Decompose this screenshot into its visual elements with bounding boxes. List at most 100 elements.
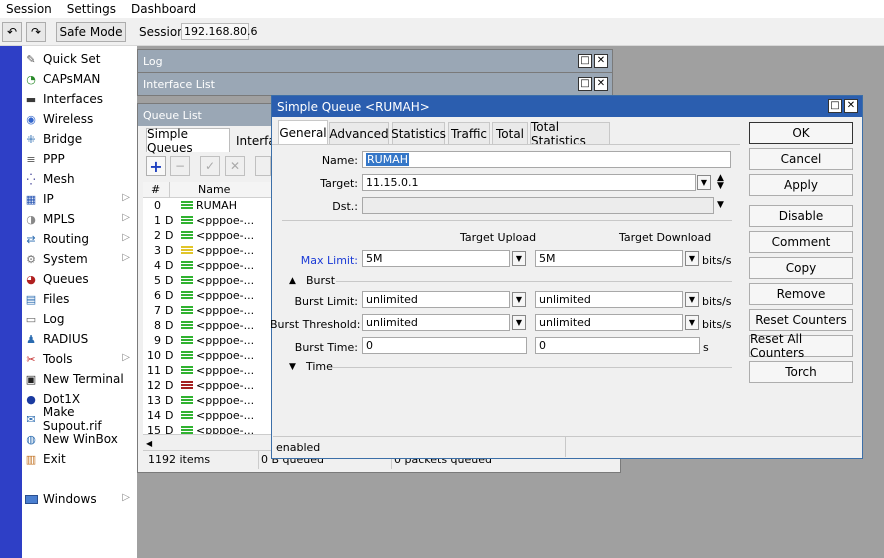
- maximize-icon[interactable]: □: [578, 77, 592, 91]
- table-row[interactable]: 2 D <pppoe-...: [143, 228, 269, 243]
- sidebar-item-interfaces[interactable]: ▬ Interfaces: [24, 89, 136, 109]
- safe-mode-button[interactable]: Safe Mode: [56, 22, 126, 42]
- sidebar-item-mesh[interactable]: ⁛ Mesh: [24, 169, 136, 189]
- burst-limit-upload-field[interactable]: unlimited: [362, 291, 510, 308]
- expand-icon[interactable]: ▼: [289, 362, 296, 372]
- sidebar-item-ip[interactable]: ▦ IP ▷: [24, 189, 136, 209]
- target-field[interactable]: 11.15.0.1: [362, 174, 696, 191]
- maximize-icon[interactable]: □: [828, 99, 842, 113]
- close-icon[interactable]: ✕: [844, 99, 858, 113]
- max-limit-upload-dropdown[interactable]: ▼: [512, 251, 526, 266]
- burst-threshold-download-dropdown[interactable]: ▼: [685, 315, 699, 330]
- table-row[interactable]: 8 D <pppoe-...: [143, 318, 269, 333]
- name-field[interactable]: RUMAH: [362, 151, 731, 168]
- sidebar-item-bridge[interactable]: ⁜ Bridge: [24, 129, 136, 149]
- burst-time-download-field[interactable]: 0: [535, 337, 700, 354]
- dialog-title[interactable]: Simple Queue <RUMAH>: [272, 96, 862, 117]
- collapse-icon[interactable]: ▲: [289, 276, 296, 286]
- disable-button[interactable]: ✕: [225, 156, 245, 176]
- sidebar-item-tools[interactable]: ✂ Tools ▷: [24, 349, 136, 369]
- table-row[interactable]: 15 D <pppoe-...: [143, 423, 269, 434]
- target-dropdown[interactable]: ▼: [697, 175, 711, 190]
- maximize-icon[interactable]: □: [578, 54, 592, 68]
- redo-button[interactable]: ↷: [26, 22, 46, 42]
- table-row[interactable]: 12 D <pppoe-...: [143, 378, 269, 393]
- tab-advanced[interactable]: Advanced: [329, 122, 389, 144]
- sidebar-item-new-terminal[interactable]: ▣ New Terminal: [24, 369, 136, 389]
- table-row[interactable]: 9 D <pppoe-...: [143, 333, 269, 348]
- dst-dropdown-icon[interactable]: ▼: [717, 200, 724, 210]
- table-row[interactable]: 5 D <pppoe-...: [143, 273, 269, 288]
- sidebar-item-routing[interactable]: ⇄ Routing ▷: [24, 229, 136, 249]
- disable-button[interactable]: Disable: [749, 205, 853, 227]
- sidebar-item-new-winbox[interactable]: ◍ New WinBox: [24, 429, 136, 449]
- sidebar-item-wireless[interactable]: ◉ Wireless: [24, 109, 136, 129]
- tab-total[interactable]: Total: [492, 122, 528, 144]
- table-row[interactable]: 14 D <pppoe-...: [143, 408, 269, 423]
- sidebar-item-files[interactable]: ▤ Files: [24, 289, 136, 309]
- table-row[interactable]: 4 D <pppoe-...: [143, 258, 269, 273]
- max-limit-download-dropdown[interactable]: ▼: [685, 251, 699, 266]
- table-row[interactable]: 3 D <pppoe-...: [143, 243, 269, 258]
- column-header-number[interactable]: #: [151, 183, 160, 196]
- updown-icon[interactable]: ▲ ▼: [717, 174, 724, 191]
- sidebar-item-log[interactable]: ▭ Log: [24, 309, 136, 329]
- burst-limit-download-field[interactable]: unlimited: [535, 291, 683, 308]
- apply-button[interactable]: Apply: [749, 174, 853, 196]
- table-row[interactable]: 1 D <pppoe-...: [143, 213, 269, 228]
- interface-list-title[interactable]: Interface List: [138, 73, 612, 95]
- sidebar-item-exit[interactable]: ▥ Exit: [24, 449, 136, 469]
- tab-statistics[interactable]: Statistics: [391, 122, 446, 144]
- close-icon[interactable]: ✕: [594, 54, 608, 68]
- close-icon[interactable]: ✕: [594, 77, 608, 91]
- sidebar-item-quick-set[interactable]: ✎ Quick Set: [24, 49, 136, 69]
- tab-interface-queues[interactable]: Interfa: [232, 130, 272, 152]
- cancel-button[interactable]: Cancel: [749, 148, 853, 170]
- add-button[interactable]: +: [146, 156, 166, 176]
- menu-session[interactable]: Session: [6, 2, 52, 16]
- undo-button[interactable]: ↶: [2, 22, 22, 42]
- tab-general[interactable]: General: [278, 120, 328, 144]
- sidebar-item-windows[interactable]: Windows ▷: [24, 489, 136, 509]
- horizontal-scrollbar[interactable]: ◀: [143, 434, 271, 448]
- burst-threshold-download-field[interactable]: unlimited: [535, 314, 683, 331]
- reset-counters-button[interactable]: Reset Counters: [749, 309, 853, 331]
- log-window-title[interactable]: Log: [138, 50, 612, 72]
- remove-button[interactable]: Remove: [749, 283, 853, 305]
- tab-traffic[interactable]: Traffic: [448, 122, 490, 144]
- table-row[interactable]: 10 D <pppoe-...: [143, 348, 269, 363]
- table-row[interactable]: 13 D <pppoe-...: [143, 393, 269, 408]
- sidebar-item-capsman[interactable]: ◔ CAPsMAN: [24, 69, 136, 89]
- burst-limit-download-dropdown[interactable]: ▼: [685, 292, 699, 307]
- tab-simple-queues[interactable]: Simple Queues: [146, 127, 230, 155]
- comment-button[interactable]: Comment: [749, 231, 853, 253]
- enable-button[interactable]: ✓: [200, 156, 220, 176]
- sidebar-item-make-supout-rif[interactable]: ✉ Make Supout.rif: [24, 405, 136, 433]
- max-limit-upload-field[interactable]: 5M: [362, 250, 510, 267]
- sidebar-item-radius[interactable]: ♟ RADIUS: [24, 329, 136, 349]
- menu-dashboard[interactable]: Dashboard: [131, 2, 196, 16]
- table-row[interactable]: 6 D <pppoe-...: [143, 288, 269, 303]
- table-row[interactable]: 0 RUMAH: [143, 198, 269, 213]
- dst-field[interactable]: [362, 197, 714, 214]
- torch-button[interactable]: Torch: [749, 361, 853, 383]
- sidebar-item-queues[interactable]: ◕ Queues: [24, 269, 136, 289]
- sidebar-item-system[interactable]: ⚙ System ▷: [24, 249, 136, 269]
- table-row[interactable]: 7 D <pppoe-...: [143, 303, 269, 318]
- scroll-left-icon[interactable]: ◀: [143, 439, 152, 448]
- comment-button[interactable]: [255, 156, 271, 176]
- column-header-name[interactable]: Name: [198, 183, 230, 196]
- sidebar-item-ppp[interactable]: ≡ PPP: [24, 149, 136, 169]
- burst-threshold-upload-dropdown[interactable]: ▼: [512, 315, 526, 330]
- ok-button[interactable]: OK: [749, 122, 853, 144]
- burst-limit-upload-dropdown[interactable]: ▼: [512, 292, 526, 307]
- menu-settings[interactable]: Settings: [67, 2, 116, 16]
- max-limit-download-field[interactable]: 5M: [535, 250, 683, 267]
- remove-button[interactable]: −: [170, 156, 190, 176]
- copy-button[interactable]: Copy: [749, 257, 853, 279]
- burst-threshold-upload-field[interactable]: unlimited: [362, 314, 510, 331]
- burst-time-upload-field[interactable]: 0: [362, 337, 527, 354]
- tab-total-statistics[interactable]: Total Statistics: [530, 120, 610, 148]
- reset-all-counters-button[interactable]: Reset All Counters: [749, 332, 853, 360]
- sidebar-item-mpls[interactable]: ◑ MPLS ▷: [24, 209, 136, 229]
